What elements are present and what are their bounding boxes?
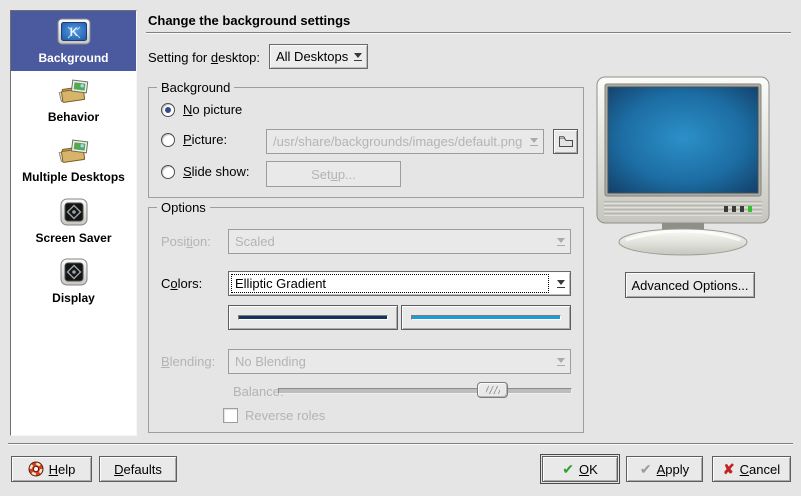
picture-path-value: /usr/share/backgrounds/images/default.pn… (267, 130, 524, 153)
blending-value: No Blending (229, 350, 551, 373)
background-settings-dialog: K Background (0, 0, 801, 496)
no-picture-label: No picture (183, 102, 242, 117)
reverse-roles-checkbox[interactable] (223, 408, 238, 423)
browse-picture-button[interactable] (553, 129, 578, 154)
colors-combo[interactable]: Elliptic Gradient (228, 271, 571, 296)
blending-combo[interactable]: No Blending (228, 349, 571, 374)
sidebar-item-screen-saver[interactable]: Screen Saver (11, 191, 136, 251)
setting-for-desktop-label: Setting for desktop: (148, 50, 260, 65)
picture-label: Picture: (183, 132, 227, 147)
reverse-roles-label: Reverse roles (245, 408, 325, 423)
footer-separator (8, 443, 793, 445)
folder-icon (558, 135, 574, 148)
desktop-selector-combo[interactable]: All Desktops (269, 44, 368, 69)
sidebar-item-background[interactable]: K Background (11, 11, 136, 71)
sidebar-item-display[interactable]: Display (11, 251, 136, 311)
options-group-legend: Options (157, 200, 210, 215)
background-group: Background No picture Picture: /usr/shar… (148, 87, 584, 198)
slider-handle-hatch (486, 386, 500, 394)
slider-handle[interactable] (477, 382, 508, 398)
sidebar-item-label: Behavior (48, 111, 99, 124)
page-title: Change the background settings (148, 13, 350, 28)
balance-label: Balance: (233, 384, 284, 399)
color2-button[interactable] (401, 305, 571, 330)
chevron-down-icon (348, 45, 367, 68)
picture-radio[interactable] (161, 133, 175, 147)
svg-text:K: K (69, 25, 78, 39)
dark-screen-icon (60, 198, 88, 229)
defaults-button[interactable]: Defaults (99, 456, 177, 482)
title-separator (146, 32, 791, 34)
apply-button[interactable]: ✔ Apply (626, 456, 703, 482)
background-group-legend: Background (157, 80, 234, 95)
sidebar-item-label: Screen Saver (35, 232, 111, 245)
check-icon: ✔ (562, 462, 574, 476)
blending-label: Blending: (161, 354, 215, 369)
help-button[interactable]: Help (11, 456, 92, 482)
colors-label: Colors: (161, 276, 202, 291)
color1-button[interactable] (228, 305, 398, 330)
slide-show-label: Slide show: (183, 164, 249, 179)
position-combo[interactable]: Scaled (228, 229, 571, 254)
desktop-folder-icon (57, 79, 91, 108)
slider-groove[interactable] (278, 388, 572, 394)
chevron-down-icon (551, 272, 570, 295)
desktop-folder-icon (57, 139, 91, 168)
advanced-options-button[interactable]: Advanced Options... (625, 272, 755, 298)
sidebar-item-label: Display (52, 292, 95, 305)
position-label: Position: (161, 234, 211, 249)
cancel-button[interactable]: ✘ Cancel (712, 456, 791, 482)
options-group: Options Position: Scaled Colors: Ellipti… (148, 207, 584, 433)
check-icon: ✔ (640, 462, 652, 476)
position-value: Scaled (229, 230, 551, 253)
sidebar-item-label: Background (38, 52, 108, 65)
sidebar-item-multiple-desktops[interactable]: Multiple Desktops (11, 131, 136, 191)
life-ring-icon (28, 461, 44, 477)
background-monitor-icon: K (57, 18, 91, 49)
picture-path-combo[interactable]: /usr/share/backgrounds/images/default.pn… (266, 129, 544, 154)
color2-swatch (411, 315, 561, 320)
color1-swatch (238, 315, 388, 320)
sidebar-item-label: Multiple Desktops (22, 171, 125, 184)
no-picture-radio[interactable] (161, 103, 175, 117)
sidebar-item-behavior[interactable]: Behavior (11, 71, 136, 131)
chevron-down-icon (551, 350, 570, 373)
chevron-down-icon (551, 230, 570, 253)
chevron-down-icon (524, 130, 543, 153)
slide-show-radio[interactable] (161, 165, 175, 179)
slideshow-setup-button[interactable]: Setup... (266, 161, 401, 187)
module-list: K Background (10, 10, 137, 436)
x-icon: ✘ (723, 461, 735, 478)
desktop-selector-value: All Desktops (270, 45, 348, 68)
balance-slider[interactable] (278, 381, 572, 399)
background-preview-monitor (592, 72, 778, 261)
dark-screen-icon (60, 258, 88, 289)
colors-value: Elliptic Gradient (229, 272, 551, 295)
radio-dot (165, 107, 171, 113)
ok-button[interactable]: ✔ OK (542, 456, 618, 482)
